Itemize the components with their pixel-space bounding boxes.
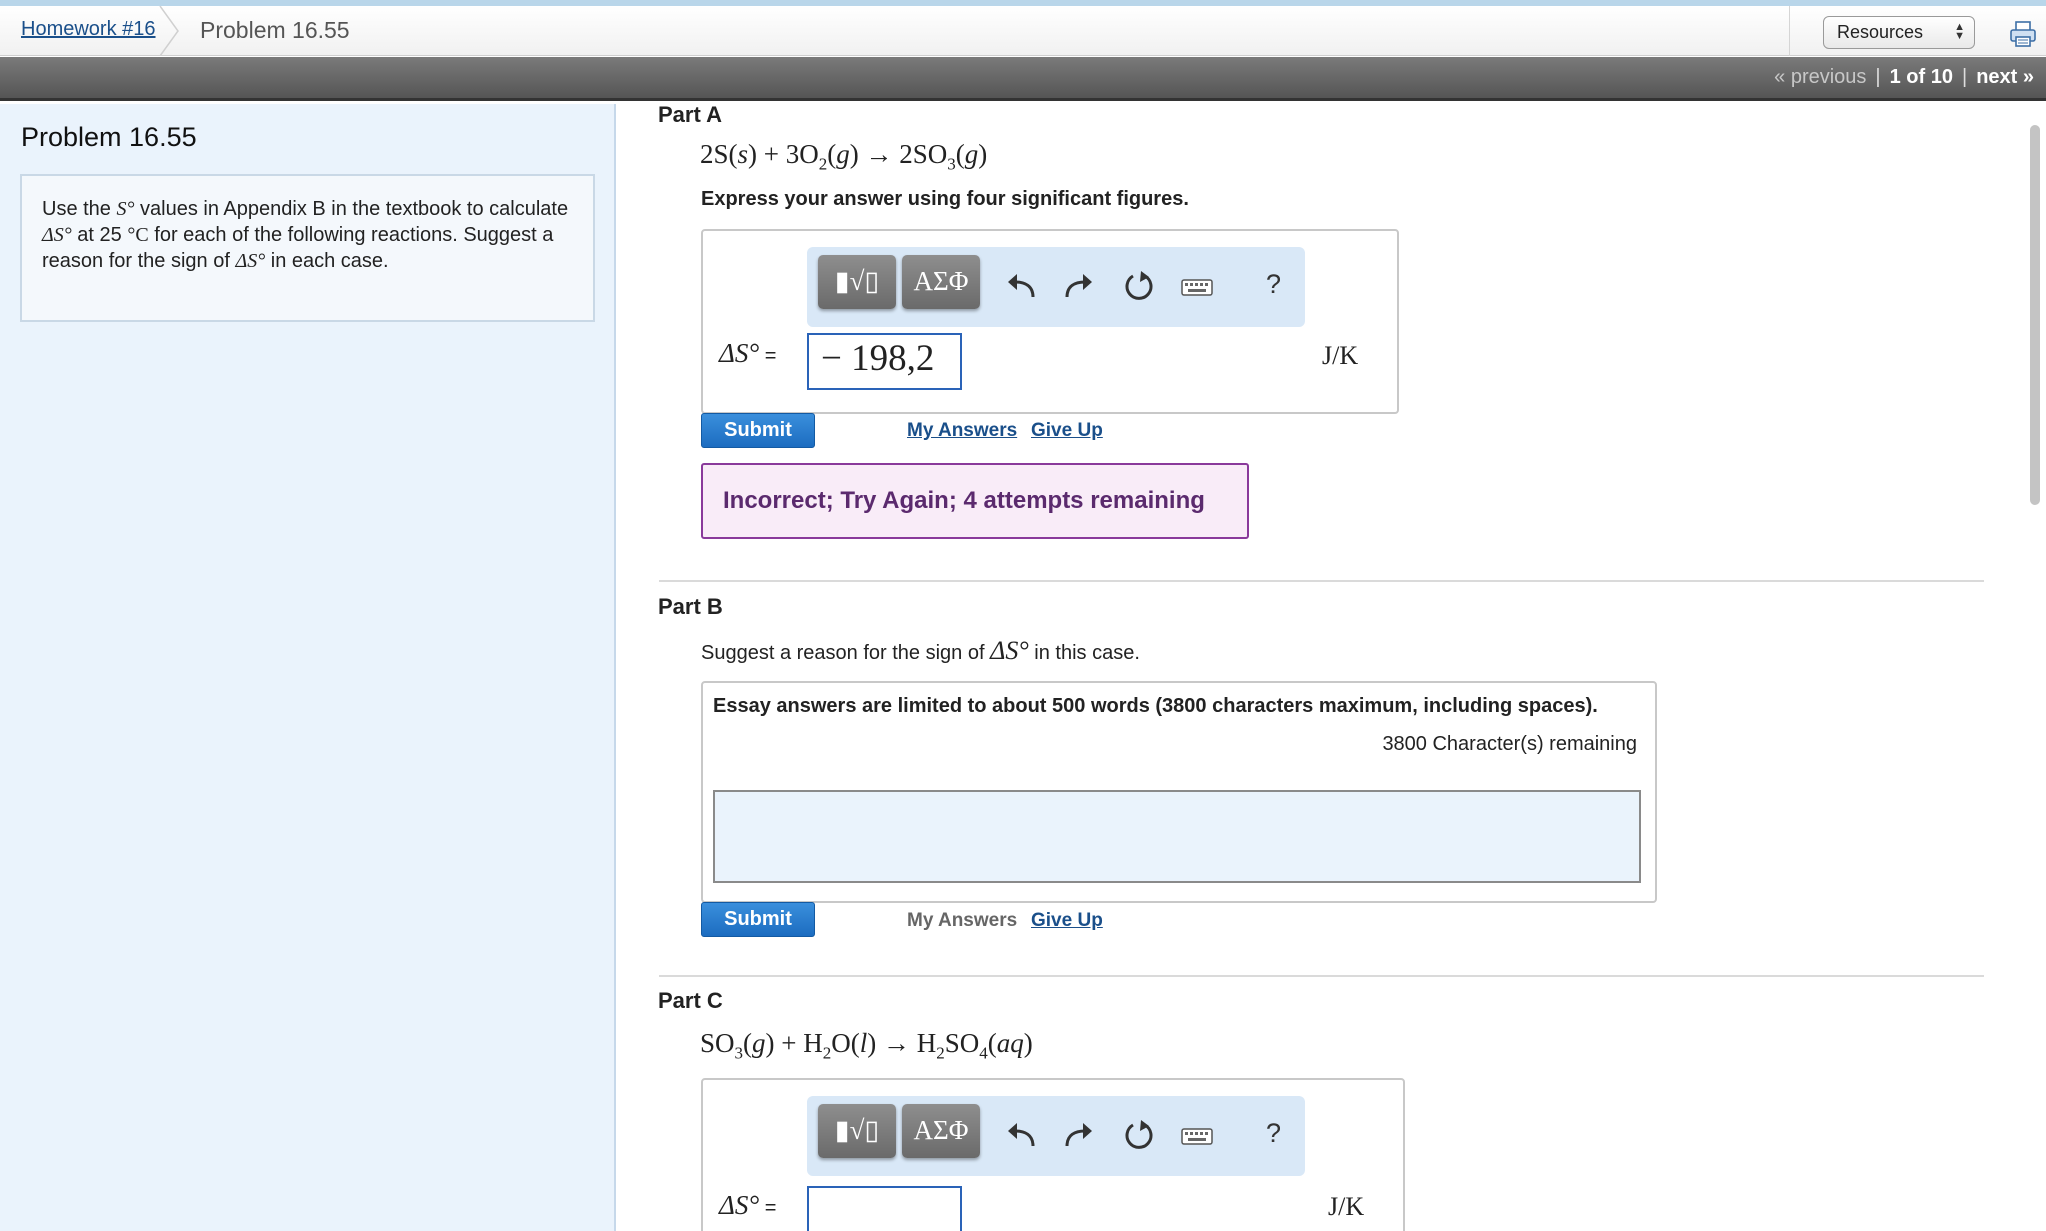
symbols-glyph: ΑΣΦ [913,266,969,296]
previous-link[interactable]: « previous [1774,66,1866,88]
pager-separator: | [1875,66,1881,88]
part-c-units: J/K [1328,1192,1365,1221]
printer-icon[interactable] [2009,20,2037,48]
templates-button[interactable]: ▮√▯ [818,255,896,309]
problem-text: values in Appendix B in the textbook to … [134,198,569,220]
main-content: Part A 2S(s) + 3O2(g) → 2SO3(g) Express … [618,102,2046,1231]
part-a-units: J/K [1322,341,1359,370]
delta-s-symbol: ΔS° [719,338,760,368]
prompt-text: Suggest a reason for the sign of [701,642,991,664]
undo-icon[interactable] [1003,269,1039,305]
redo-icon[interactable] [1061,269,1097,305]
part-b-essay-box: Essay answers are limited to about 500 w… [701,681,1657,903]
part-a-give-up-link[interactable]: Give Up [1031,420,1103,442]
problem-text: in each case. [265,250,389,272]
templates-glyph: ▮√▯ [834,266,880,296]
math-symbol: ΔS° [42,224,72,246]
help-button[interactable]: ? [1266,1118,1281,1149]
templates-glyph: ▮√▯ [834,1115,880,1145]
redo-icon[interactable] [1061,1118,1097,1154]
page-scrollbar[interactable] [2030,125,2040,505]
math-toolbar: ▮√▯ ΑΣΦ ? [807,1096,1305,1176]
problem-text: at 25 [71,224,128,246]
part-c-answer-box: ▮√▯ ΑΣΦ ? ΔS° = J/K [701,1078,1405,1231]
problem-statement: Use the S° values in Appendix B in the t… [20,174,595,322]
part-b-give-up-link[interactable]: Give Up [1031,910,1103,932]
select-arrows-icon: ▲ ▼ [1954,21,1965,42]
pager-separator: | [1961,66,1968,88]
problem-text: Use the [42,198,117,220]
part-c-answer-input[interactable] [807,1186,962,1231]
part-b-submit-button[interactable]: Submit [701,902,815,937]
header-divider [1789,6,1790,56]
problem-title: Problem 16.55 [21,122,197,152]
reset-icon[interactable] [1121,1118,1157,1154]
part-divider [659,975,1984,977]
part-divider [659,580,1984,582]
part-a-instruction: Express your answer using four significa… [701,188,1189,210]
undo-icon[interactable] [1003,1118,1039,1154]
essay-textarea[interactable] [713,790,1641,883]
part-a-equation: 2S(s) + 3O2(g) → 2SO3(g) [700,139,988,174]
delta-s-symbol: ΔS° [719,1190,760,1220]
part-b-my-answers-label: My Answers [907,910,1018,931]
templates-button[interactable]: ▮√▯ [818,1104,896,1158]
problem-sidebar: Problem 16.55 Use the S° values in Appen… [0,104,616,1231]
math-toolbar: ▮√▯ ΑΣΦ ? [807,247,1305,327]
resources-select[interactable]: Resources ▲ ▼ [1823,16,1975,49]
pager-count: 1 of 10 [1889,66,1953,88]
part-a-answer-box: ▮√▯ ΑΣΦ ? ΔS° = − 198,2 J/K [701,229,1399,414]
symbols-button[interactable]: ΑΣΦ [902,255,980,309]
pager: « previous | 1 of 10 | next » [1774,66,2034,89]
breadcrumb-separator-icon [159,6,179,56]
next-link[interactable]: next » [1976,66,2034,88]
math-symbol: °C [127,224,149,246]
part-c-equation: SO3(g) + H2O(l) → H2SO4(aq) [700,1028,1033,1063]
reset-icon[interactable] [1121,269,1157,305]
keyboard-icon[interactable] [1181,269,1213,305]
delta-s-label: ΔS° = [719,338,776,369]
prompt-text: in this case. [1028,642,1140,664]
equals-sign: = [759,1197,777,1219]
part-a-submit-button[interactable]: Submit [701,413,815,448]
equals-sign: = [759,345,777,367]
delta-s-label: ΔS° = [719,1190,776,1221]
part-c-label: Part C [658,988,723,1013]
header-bar: Homework #16 Problem 16.55 Resources ▲ ▼ [0,6,2046,56]
part-a-label: Part A [658,102,722,127]
math-symbol: ΔS° [990,636,1029,665]
part-b-prompt: Suggest a reason for the sign of ΔS° in … [701,636,1140,666]
breadcrumb-current: Problem 16.55 [200,17,350,43]
characters-remaining: 3800 Character(s) remaining [1382,733,1637,755]
symbols-button[interactable]: ΑΣΦ [902,1104,980,1158]
part-a-answer-input[interactable]: − 198,2 [807,333,962,390]
resources-select-label: Resources [1837,22,1924,42]
symbols-glyph: ΑΣΦ [913,1115,969,1145]
math-symbol: ΔS° [235,250,266,272]
keyboard-icon[interactable] [1181,1118,1213,1154]
navigation-toolbar: « previous | 1 of 10 | next » [0,57,2046,101]
math-symbol: S° [116,198,135,220]
breadcrumb-homework-link[interactable]: Homework #16 [21,18,156,41]
part-b-label: Part B [658,594,723,619]
help-button[interactable]: ? [1266,269,1281,300]
part-a-feedback: Incorrect; Try Again; 4 attempts remaini… [701,463,1249,539]
part-a-my-answers-link[interactable]: My Answers [907,420,1017,442]
essay-limit-note: Essay answers are limited to about 500 w… [713,695,1598,717]
